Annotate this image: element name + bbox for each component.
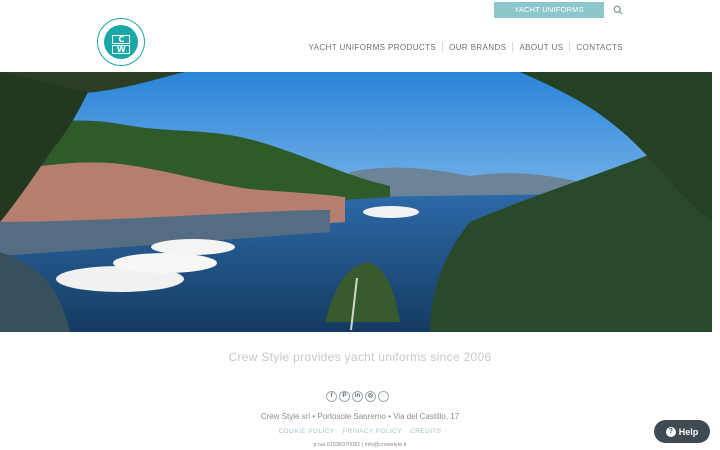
main-navigation: YACHT UNIFORMS PRODUCTS OUR BRANDS ABOUT…	[303, 42, 623, 52]
nav-our-brands[interactable]: OUR BRANDS	[443, 43, 512, 52]
facebook-icon[interactable]: f	[326, 391, 337, 402]
logo-badge: CW	[104, 25, 138, 59]
site-tagline: Crew Style provides yacht uniforms since…	[228, 350, 492, 364]
company-address: Crew Style srl • Portosole Sanremo • Via…	[260, 412, 460, 421]
footer-links: COOKIE POLICY PRIVACY POLICY CREDITS	[0, 428, 720, 435]
social-links: f P in ◎ ◌	[326, 391, 389, 402]
nav-contacts[interactable]: CONTACTS	[570, 43, 623, 52]
crew-style-logo[interactable]: CW	[97, 18, 145, 66]
pinterest-icon[interactable]: P	[339, 391, 350, 402]
nav-about-us[interactable]: ABOUT US	[513, 43, 569, 52]
whatsapp-icon[interactable]: ◌	[378, 391, 389, 402]
privacy-policy-link[interactable]: PRIVACY POLICY	[343, 428, 402, 435]
panoramic-harbor-image	[0, 72, 712, 332]
yacht-uniforms-catalogue-button[interactable]: YACHT UNIFORMS CATALOGUE	[494, 2, 604, 30]
help-icon: ?	[665, 426, 676, 437]
help-button[interactable]: ? Help	[654, 420, 710, 443]
linkedin-icon[interactable]: in	[352, 391, 363, 402]
instagram-icon[interactable]: ◎	[365, 391, 376, 402]
help-label: Help	[678, 426, 699, 437]
credits-link[interactable]: CREDITS	[410, 428, 441, 435]
cookie-policy-link[interactable]: COOKIE POLICY	[278, 428, 334, 435]
site-header: CW YACHT UNIFORMS CATALOGUE YACHT UNIFOR…	[0, 0, 720, 72]
nav-yacht-uniforms-products[interactable]: YACHT UNIFORMS PRODUCTS	[303, 43, 443, 52]
company-meta: p.iva 01536370081 | info@crewstyle.it	[313, 442, 407, 448]
search-icon[interactable]	[613, 5, 623, 15]
logo-mark: CW	[112, 35, 130, 54]
